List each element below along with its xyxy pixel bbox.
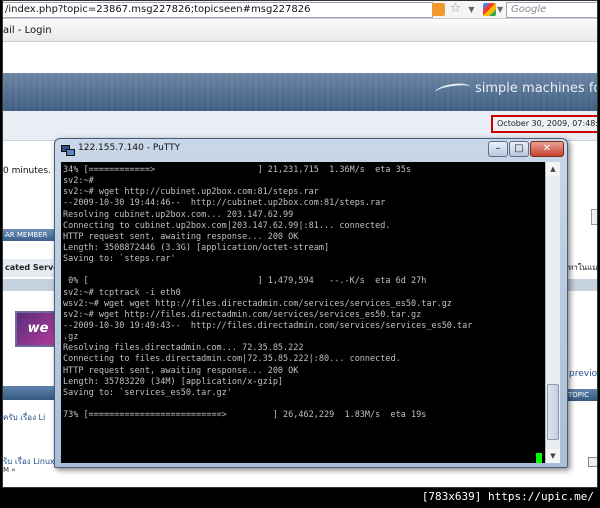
close-button[interactable]: ✕ [530,141,564,157]
terminal-line: Saving to: `steps.rar' [63,254,176,265]
watermark-text: [783x639] https://upic.me/ [421,490,594,503]
terminal-output: 34% [============> ] 21,231,715 1.36M/s … [63,165,545,421]
terminal-line: 0% [ ] 1,479,594 --.-K/s eta 6d 27h [63,276,427,287]
bookmarks-bar[interactable]: ail - Login [3,20,597,42]
window-title: 122.155.7.140 - PuTTY [78,143,181,153]
star-icon[interactable]: ☆ [449,2,462,16]
putty-titlebar[interactable]: 122.155.7.140 - PuTTY – □ ✕ [55,139,567,161]
terminal-line: HTTP request sent, awaiting response... … [63,365,299,376]
terminal-line: .gz [63,332,79,343]
terminal-cursor [536,453,542,463]
topic-button[interactable]: TOPIC [565,389,597,401]
scroll-up-icon[interactable]: ▲ [546,162,560,176]
terminal-line: wsv2:~# wget wget http://files.directadm… [63,298,452,309]
scroll-down-icon[interactable]: ▼ [546,449,560,463]
chevron-down-icon[interactable]: ▼ [465,3,478,16]
previous-link[interactable]: previou [569,369,597,379]
forum-date: October 30, 2009, 07:48:5 [491,115,597,133]
forum-control[interactable] [588,457,597,467]
forum-logo: simple machines fo [475,81,598,96]
terminal-line: Connecting to cubinet.up2box.com|203.147… [63,220,391,231]
address-bar: /index.php?topic=23867.msg227826;topicse… [3,1,597,19]
search-input[interactable]: Google [506,2,597,18]
rss-icon[interactable] [432,3,445,16]
putty-icon[interactable] [61,143,75,157]
forum-thread-meta: M » [3,466,16,474]
terminal-line: Connecting to files.directadmin.com|72.3… [63,354,401,365]
banner-label: we [27,321,49,336]
url-field[interactable]: /index.php?topic=23867.msg227826;topicse… [3,2,433,18]
putty-window[interactable]: 122.155.7.140 - PuTTY – □ ✕ 34% [=======… [54,138,568,468]
terminal-line: --2009-10-30 19:49:43-- http://files.dir… [63,320,473,331]
terminal-line: sv2:~# wget http://cubinet.up2box.com:81… [63,187,319,198]
forum-divider [565,279,597,291]
terminal-line: Resolving files.directadmin.com... 72.35… [63,343,304,354]
terminal-line: Length: 35783220 (34M) [application/x-gz… [63,376,284,387]
terminal-line: sv2:~# [63,176,94,187]
terminal-line: Length: 3508872446 (3.3G) [application/o… [63,242,330,253]
terminal-line: Saving to: `services_es50.tar.gz' [63,387,232,398]
forum-header: simple machines fo [3,73,598,111]
forum-thread-link[interactable]: ครับ เรื่อง Li [3,411,45,424]
terminal-scrollbar[interactable]: ▲ ▼ [545,162,560,463]
google-icon[interactable] [483,3,496,16]
minimize-button[interactable]: – [488,141,508,157]
forum-right-text: ทาในแม [568,263,598,272]
scrollbar-thumb[interactable] [547,384,559,440]
browser-window: /index.php?topic=23867.msg227826;topicse… [2,0,598,488]
terminal-line: sv2:~# tcptrack -i eth0 [63,287,181,298]
forum-control[interactable] [591,209,597,225]
terminal-line: HTTP request sent, awaiting response... … [63,231,299,242]
maximize-button[interactable]: □ [509,141,529,157]
terminal-console[interactable]: 34% [============> ] 21,231,715 1.36M/s … [61,162,545,463]
terminal-line: 73% [==========================> ] 26,46… [63,410,427,421]
terminal-line: Resolving cubinet.up2box.com... 203.147.… [63,209,294,220]
terminal-line: --2009-10-30 19:44:46-- http://cubinet.u… [63,198,386,209]
forum-online-text: 0 minutes. [3,166,51,176]
terminal-line: 34% [============> ] 21,231,715 1.36M/s … [63,165,411,175]
terminal-line: sv2:~# wget http://files.directadmin.com… [63,309,422,320]
